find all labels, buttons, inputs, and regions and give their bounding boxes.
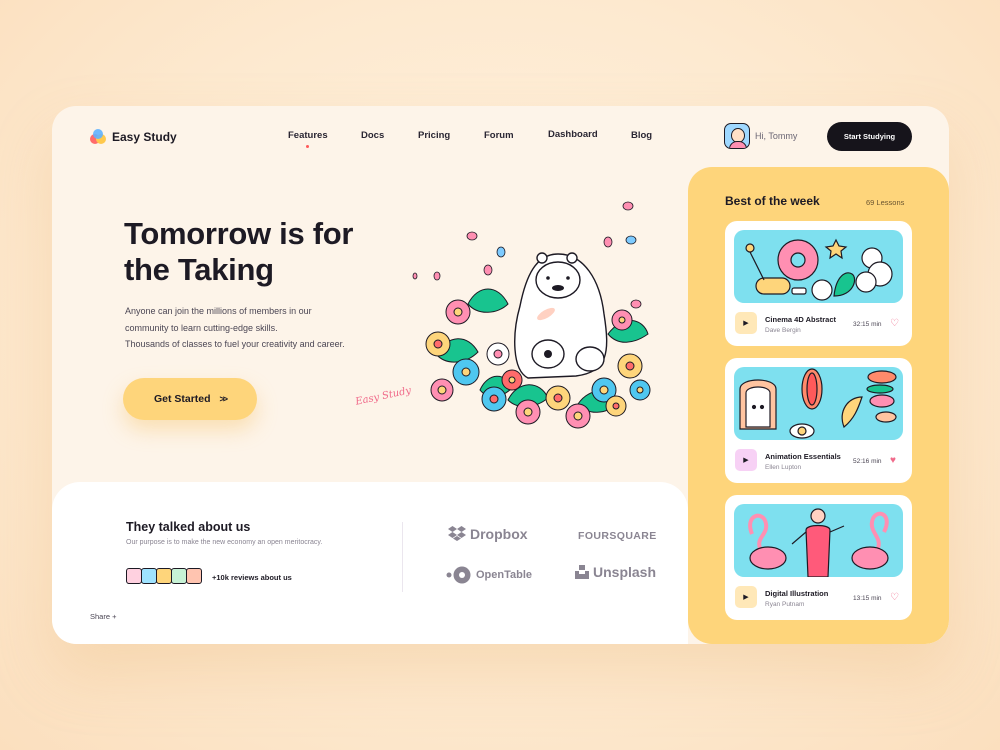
lesson-title: Cinema 4D Abstract <box>765 315 836 324</box>
lesson-card-digital-illustration[interactable]: ▶ Digital Illustration Ryan Putnam 13:15… <box>725 495 912 620</box>
logo-icon <box>90 129 106 145</box>
nav-pricing[interactable]: Pricing <box>418 130 450 141</box>
nav-forum[interactable]: Forum <box>484 130 514 141</box>
food-characters-illustration <box>739 368 897 439</box>
divider <box>402 522 403 592</box>
abstract-shapes-illustration <box>745 238 893 301</box>
lesson-duration: 13:15 min <box>853 595 882 602</box>
nav-blog[interactable]: Blog <box>631 130 652 141</box>
testimonials-subtitle: Our purpose is to make the new economy a… <box>126 539 323 546</box>
play-icon: ▶ <box>743 594 749 601</box>
reviewer-avatar <box>156 568 172 584</box>
testimonials-section: They talked about us Our purpose is to m… <box>52 482 688 644</box>
flamingo-illustration <box>748 508 889 577</box>
heart-outline-icon[interactable]: ♡ <box>890 318 899 329</box>
reviewer-avatar <box>171 568 187 584</box>
logo[interactable]: Easy Study <box>90 129 177 145</box>
lesson-thumbnail <box>734 230 903 303</box>
best-of-week-panel: Best of the week 69 Lessons ▶ Cinema 4D … <box>688 167 949 644</box>
nav-features[interactable]: Features <box>288 130 328 148</box>
reviewer-avatar <box>186 568 202 584</box>
lesson-duration: 32:15 min <box>853 321 882 328</box>
opentable-icon <box>446 566 471 584</box>
play-icon: ▶ <box>743 320 749 327</box>
hero-description-line: Anyone can join the millions of members … <box>125 306 312 316</box>
brand-name: Dropbox <box>470 526 528 542</box>
hero-title: Tomorrow is for the Taking <box>124 216 354 287</box>
brand-unsplash: Unsplash <box>575 564 656 580</box>
brand-opentable: OpenTable <box>446 566 532 584</box>
lesson-author: Dave Bergin <box>765 327 801 334</box>
lesson-thumbnail <box>734 367 903 440</box>
lesson-title: Digital Illustration <box>765 589 829 598</box>
panel-title: Best of the week <box>725 194 820 208</box>
user-greeting: Hi, Tommy <box>755 131 798 141</box>
get-started-label: Get Started <box>153 393 211 405</box>
lesson-thumbnail <box>734 504 903 577</box>
user-menu[interactable]: Hi, Tommy <box>724 123 797 149</box>
hero-description-line: Thousands of classes to fuel your creati… <box>125 339 345 349</box>
brand-name: Unsplash <box>593 564 657 580</box>
main-nav: Features Docs Pricing Forum Dashboard Bl… <box>288 129 652 148</box>
lesson-author: Ryan Putnam <box>765 601 805 608</box>
avatar[interactable] <box>724 123 750 149</box>
heart-outline-icon[interactable]: ♡ <box>890 592 899 603</box>
play-button[interactable]: ▶ <box>735 586 757 608</box>
nav-docs[interactable]: Docs <box>361 130 384 141</box>
unsplash-icon <box>575 565 589 579</box>
brand-dropbox: Dropbox <box>448 526 528 542</box>
reviewer-avatars <box>126 568 202 584</box>
brand-name: FOURSQUARE <box>578 530 657 542</box>
dropbox-icon <box>448 526 466 541</box>
testimonials-title: They talked about us <box>126 520 251 534</box>
play-button[interactable]: ▶ <box>735 449 757 471</box>
app-name: Easy Study <box>112 130 177 144</box>
lesson-author: Ellen Lupton <box>765 464 802 471</box>
play-button[interactable]: ▶ <box>735 312 757 334</box>
double-chevron-right-icon: >> <box>219 394 228 404</box>
start-studying-button[interactable]: Start Studying <box>827 122 912 151</box>
brand-name: OpenTable <box>476 569 533 581</box>
landing-card: Easy Study Features Docs Pricing Forum D… <box>52 106 949 644</box>
nav-dashboard[interactable]: Dashboard <box>548 129 598 140</box>
reviewer-avatar <box>141 568 157 584</box>
reviewer-avatar <box>126 568 142 584</box>
lesson-card-cinema-4d[interactable]: ▶ Cinema 4D Abstract Dave Bergin 32:15 m… <box>725 221 912 346</box>
polar-bear-flowers-illustration <box>412 201 651 429</box>
play-icon: ▶ <box>743 457 749 464</box>
reviews-count[interactable]: +10k reviews about us <box>212 573 292 582</box>
hero-description: Anyone can join the millions of members … <box>125 303 385 353</box>
signature: Easy Study <box>354 385 413 408</box>
hero-description-line: community to learn cutting-edge skills. <box>125 322 278 333</box>
lesson-count: 69 Lessons <box>866 198 905 207</box>
lesson-title: Animation Essentials <box>765 452 841 461</box>
lesson-duration: 52:16 min <box>853 458 882 465</box>
lesson-card-animation[interactable]: ▶ Animation Essentials Ellen Lupton 52:1… <box>725 358 912 483</box>
share-button[interactable]: Share + <box>90 612 116 621</box>
get-started-button[interactable]: Get Started >> <box>123 378 257 420</box>
heart-filled-icon[interactable]: ♥ <box>890 455 896 466</box>
brand-foursquare: FOURSQUARE <box>578 530 657 542</box>
